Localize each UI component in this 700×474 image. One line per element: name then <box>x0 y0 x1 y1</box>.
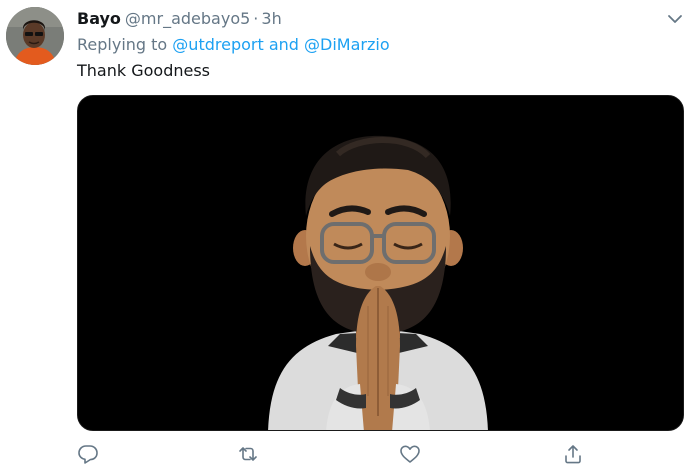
tweet-text: Thank Goodness <box>77 61 210 80</box>
separator-dot: · <box>253 9 259 28</box>
share-icon[interactable] <box>562 443 584 465</box>
memoji-praying-image <box>78 96 683 430</box>
tweet-header: Bayo @mr_adebayo5 · 3h <box>77 8 282 30</box>
tweet[interactable]: Bayo @mr_adebayo5 · 3h Replying to @utdrepo… <box>0 0 700 474</box>
replying-to-label: Replying to <box>77 35 168 54</box>
replying-to-line: Replying to @utdreport and @DiMarzio <box>77 34 390 56</box>
avatar[interactable] <box>6 7 64 65</box>
author-name[interactable]: Bayo <box>77 9 121 28</box>
tweet-timestamp[interactable]: 3h <box>261 9 281 28</box>
retweet-icon[interactable] <box>237 443 259 465</box>
tweet-media[interactable] <box>77 95 684 431</box>
author-handle[interactable]: @mr_adebayo5 <box>125 9 250 28</box>
reply-mention-utdreport[interactable]: @utdreport and @DiMarzio <box>172 35 389 54</box>
chevron-down-icon[interactable] <box>664 10 686 28</box>
reply-icon[interactable] <box>77 443 99 465</box>
tweet-actions <box>77 443 597 467</box>
heart-icon[interactable] <box>399 443 421 465</box>
